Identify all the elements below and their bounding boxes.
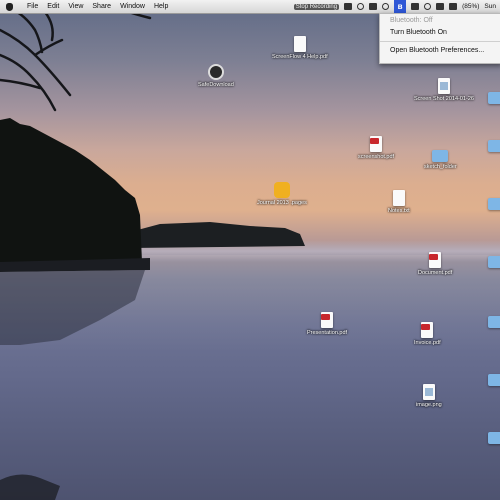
desktop-icon[interactable]: Screen Shot 2014-01-26 xyxy=(414,78,474,103)
time-machine-icon[interactable] xyxy=(382,3,390,10)
desktop-icon-label: Invoice.pdf xyxy=(414,340,441,346)
desktop-icon-label: Notes.txt xyxy=(388,208,410,214)
desktop-icon-label: image.png xyxy=(416,402,442,408)
turn-bluetooth-on-item[interactable]: Turn Bluetooth On xyxy=(390,29,447,36)
pdf-file-icon xyxy=(421,322,434,338)
image-file-icon xyxy=(422,384,435,400)
folder-icon[interactable] xyxy=(488,374,500,386)
folder-icon[interactable] xyxy=(488,140,500,152)
desktop-icon[interactable]: sketch_folder xyxy=(424,150,457,171)
pdf-file-icon xyxy=(321,312,334,328)
menu-clock[interactable]: Sun xyxy=(484,3,496,10)
menu-separator xyxy=(380,41,500,42)
desktop-icon[interactable]: Invoice.pdf xyxy=(414,322,441,347)
pdf-file-icon xyxy=(370,136,383,152)
text-file-icon xyxy=(392,190,405,206)
desktop-icon[interactable]: Presentation.pdf xyxy=(307,312,347,337)
menu-share[interactable]: Share xyxy=(92,3,111,10)
battery-icon[interactable] xyxy=(449,3,458,10)
desktop-icon-label: ScreenFlow 4 Help.pdf xyxy=(272,54,328,60)
document-icon xyxy=(293,36,306,52)
menu-file[interactable]: File xyxy=(27,3,38,10)
desktop-icon-label: Screen Shot 2014-01-26 xyxy=(414,96,474,102)
menu-window[interactable]: Window xyxy=(120,3,145,10)
desktop-icon[interactable]: Journal 2013 .pages xyxy=(257,182,307,207)
pdf-file-icon xyxy=(429,252,442,268)
folder-icon[interactable] xyxy=(488,92,500,104)
menu-help[interactable]: Help xyxy=(154,3,168,10)
desktop-icon[interactable]: Document.pdf xyxy=(418,252,452,277)
desktop-icon[interactable]: screenshot.pdf xyxy=(358,136,394,161)
desktop-icon-label: screenshot.pdf xyxy=(358,154,395,160)
desktop-icon-label: sketch_folder xyxy=(424,164,457,170)
dropbox-icon[interactable] xyxy=(369,3,378,10)
display-icon[interactable] xyxy=(411,3,420,10)
battery-percent: (85%) xyxy=(462,3,480,10)
sync-icon[interactable] xyxy=(357,3,365,10)
desktop-icon[interactable]: Notes.txt xyxy=(388,190,410,215)
desktop-icon-label: SafeDownload xyxy=(198,82,234,88)
desktop-icon[interactable]: SafeDownload xyxy=(198,64,234,89)
folder-icon[interactable] xyxy=(488,316,500,328)
image-file-icon xyxy=(437,78,450,94)
bluetooth-icon[interactable]: ʙ xyxy=(394,0,407,13)
apple-menu-icon[interactable] xyxy=(6,2,13,11)
desktop-wallpaper: ScreenFlow 4 Help.pdf SafeDownload Scree… xyxy=(0,0,500,500)
wallpaper-scenery xyxy=(0,0,305,500)
menu-bar: File Edit View Share Window Help Stop Re… xyxy=(0,0,500,14)
pages-document-icon xyxy=(273,182,290,198)
screen-icon[interactable] xyxy=(344,3,353,10)
menu-edit[interactable]: Edit xyxy=(47,3,59,10)
desktop-icon-label: Journal 2013 .pages xyxy=(257,200,307,206)
volume-icon[interactable] xyxy=(436,3,445,10)
bluetooth-menu: Bluetooth: Off Turn Bluetooth On Open Bl… xyxy=(379,13,500,64)
folder-icon[interactable] xyxy=(488,198,500,210)
application-icon xyxy=(207,64,224,80)
folder-icon[interactable] xyxy=(488,256,500,268)
folder-icon[interactable] xyxy=(488,432,500,444)
folder-icon xyxy=(432,150,449,162)
desktop-icon[interactable]: image.png xyxy=(416,384,442,409)
desktop-icon-label: Presentation.pdf xyxy=(307,330,348,336)
status-area: Stop Recording ʙ (85%) Sun xyxy=(293,0,500,13)
desktop-icon[interactable]: ScreenFlow 4 Help.pdf xyxy=(272,36,328,61)
menu-view[interactable]: View xyxy=(68,3,83,10)
desktop-icon-label: Document.pdf xyxy=(418,270,453,276)
bluetooth-status: Bluetooth: Off xyxy=(390,17,433,24)
stop-recording-item[interactable]: Stop Recording xyxy=(293,3,340,10)
wifi-icon[interactable] xyxy=(424,3,432,10)
open-bluetooth-preferences-item[interactable]: Open Bluetooth Preferences... xyxy=(390,47,484,54)
